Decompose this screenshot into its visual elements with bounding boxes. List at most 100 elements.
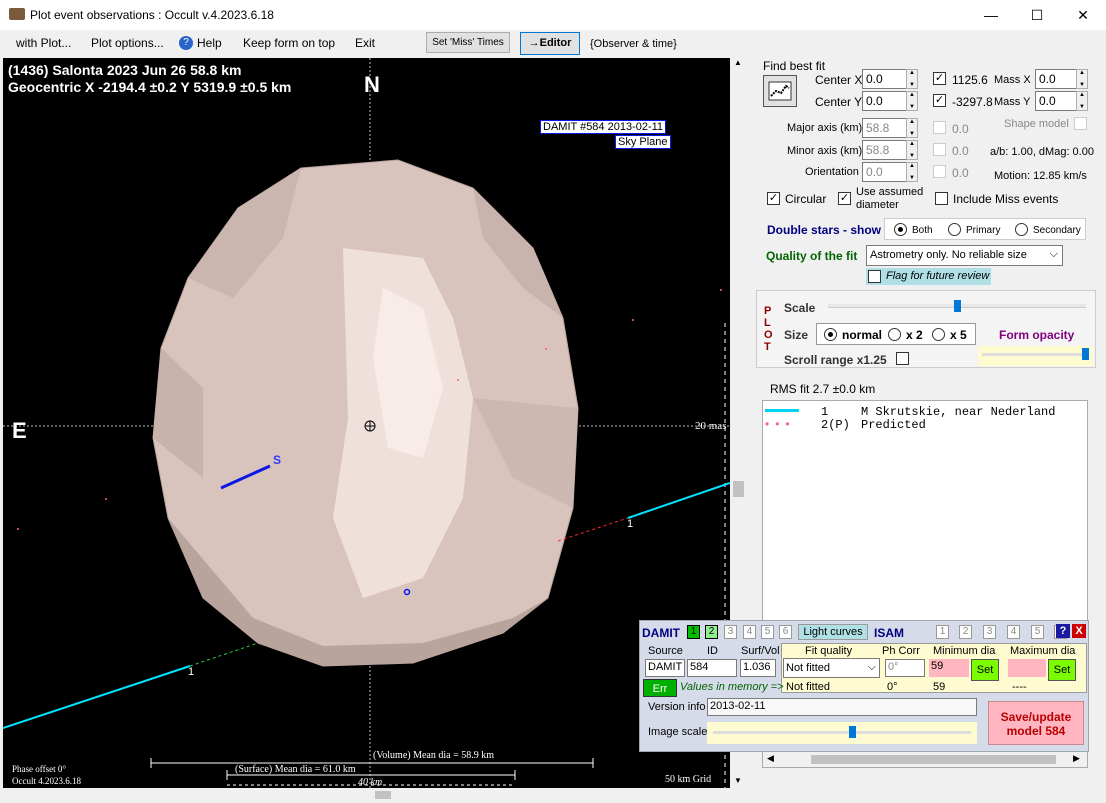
min-dia-set-button[interactable]: Set [971,659,999,681]
editor-button[interactable]: →Editor [520,32,580,55]
isam-tab-3[interactable]: 3 [983,625,996,639]
normal-radio[interactable] [824,328,837,341]
primary-radio[interactable] [948,223,961,236]
isam-tab-1[interactable]: 1 [936,625,949,639]
plot-hscrollbar[interactable] [3,788,730,802]
orientation-spinner[interactable] [906,162,918,182]
light-curves-button[interactable]: Light curves [798,624,868,640]
isam-tab-4[interactable]: 4 [1007,625,1020,639]
best-fit-button[interactable] [763,75,797,107]
orientation-input[interactable]: 0.0 [862,162,907,182]
y-checkbox[interactable]: ✓ [933,94,946,107]
opacity-slider-thumb[interactable] [1082,348,1089,360]
image-scale-slider[interactable] [707,722,977,744]
image-scale-label: Image scale [648,726,708,738]
use-assumed-label: Use assumed [856,186,924,198]
damit-close-button[interactable]: X [1072,624,1086,638]
legend-name-1: M Skrutskie, near Nederland [861,405,1056,419]
x5-radio[interactable] [932,328,945,341]
major-axis-input[interactable]: 58.8 [862,118,907,138]
center-y-input[interactable]: 0.0 [862,91,907,111]
id-field[interactable]: 584 [687,659,737,677]
shape-model-label: Shape model [1004,118,1069,130]
scale-slider-thumb[interactable] [953,300,961,312]
damit-tab-1[interactable]: 1 [687,625,700,639]
mem-fit-value: Not fitted [786,681,831,693]
minor-axis-input[interactable]: 58.8 [862,140,907,160]
maximize-icon[interactable]: ☐ [1014,0,1060,30]
mass-y-input[interactable]: 0.0 [1035,91,1077,111]
min-dia-field[interactable]: 59 [929,659,969,677]
damit-tab-6[interactable]: 6 [779,625,792,639]
menu-help[interactable]: Help [197,36,222,50]
legend-dots-pink: ••• [765,417,796,431]
major-checkbox[interactable] [933,121,946,134]
list-vscrollbar[interactable] [1091,400,1106,768]
mass-x-input[interactable]: 0.0 [1035,69,1077,89]
plot-svg [3,58,730,788]
major-zero: 0.0 [952,122,969,136]
image-scale-thumb[interactable] [848,726,856,738]
include-miss-checkbox[interactable] [935,192,948,205]
menu-plot-options[interactable]: Plot options... [91,36,164,50]
menu-exit[interactable]: Exit [355,36,375,50]
save-line-1: Save/update [1000,710,1072,724]
mass-x-spinner[interactable] [1076,69,1088,89]
both-radio[interactable] [894,223,907,236]
surfvol-field[interactable]: 1.036 [740,659,776,677]
x-checkbox[interactable]: ✓ [933,72,946,85]
secondary-radio[interactable] [1015,223,1028,236]
use-assumed-checkbox[interactable]: ✓ [838,192,851,205]
mem-max-value: ---- [1012,681,1027,693]
menu-keep-on-top[interactable]: Keep form on top [243,36,335,50]
damit-tab-3[interactable]: 3 [724,625,737,639]
quality-label: Quality of the fit [766,249,858,263]
help-icon[interactable]: ? [179,36,193,50]
isam-tab-2[interactable]: 2 [959,625,972,639]
chord-label-1b: 1 [627,518,634,530]
fit-quality-label: Fit quality [805,645,853,657]
damit-tab-4[interactable]: 4 [743,625,756,639]
set-miss-times-button[interactable]: Set 'Miss' Times [426,32,510,53]
x2-radio[interactable] [888,328,901,341]
mass-y-spinner[interactable] [1076,91,1088,111]
center-x-spinner[interactable] [906,69,918,89]
max-dia-set-button[interactable]: Set [1048,659,1076,681]
x5-label: x 5 [950,328,967,342]
center-x-input[interactable]: 0.0 [862,69,907,89]
err-button[interactable]: Err [643,679,677,697]
minor-axis-spinner[interactable] [906,140,918,160]
minimize-icon[interactable]: — [968,0,1014,30]
fit-quality-select[interactable]: Not fitted ⌵ [783,658,880,678]
source-field[interactable]: DAMIT [645,659,685,677]
sky-plane-label: Sky Plane [615,135,671,149]
damit-tab-2[interactable]: 2 [705,625,718,639]
shape-model-checkbox[interactable] [1074,117,1087,130]
major-axis-spinner[interactable] [906,118,918,138]
ph-corr-field[interactable]: 0° [885,659,925,677]
damit-help-button[interactable]: ? [1056,624,1070,638]
flag-review-checkbox[interactable] [868,270,881,283]
plot-letter: P [764,305,772,317]
list-hscrollbar[interactable]: ◀ ▶ [763,752,1087,767]
opacity-slider[interactable] [978,346,1093,366]
x2-label: x 2 [906,328,923,342]
scroll-range-checkbox[interactable] [896,352,909,365]
damit-title: DAMIT [642,626,680,640]
version-info-field[interactable]: 2013-02-11 [707,698,977,716]
center-y-spinner[interactable] [906,91,918,111]
save-update-button[interactable]: Save/update model 584 [988,701,1084,745]
circular-checkbox[interactable]: ✓ [767,192,780,205]
scale-slider[interactable] [828,300,1086,312]
window-title: Plot event observations : Occult v.4.202… [30,8,274,22]
max-dia-field[interactable] [1008,659,1046,677]
plot-area[interactable]: (1436) Salonta 2023 Jun 26 58.8 km Geoce… [3,58,730,788]
minor-checkbox[interactable] [933,143,946,156]
orient-checkbox[interactable] [933,165,946,178]
quality-select[interactable]: Astrometry only. No reliable size ⌵ [866,245,1063,266]
secondary-label: Secondary [1033,225,1081,236]
isam-tab-5[interactable]: 5 [1031,625,1044,639]
close-icon[interactable]: ✕ [1060,0,1106,30]
menu-with-plot[interactable]: with Plot... [16,36,71,50]
damit-tab-5[interactable]: 5 [761,625,774,639]
